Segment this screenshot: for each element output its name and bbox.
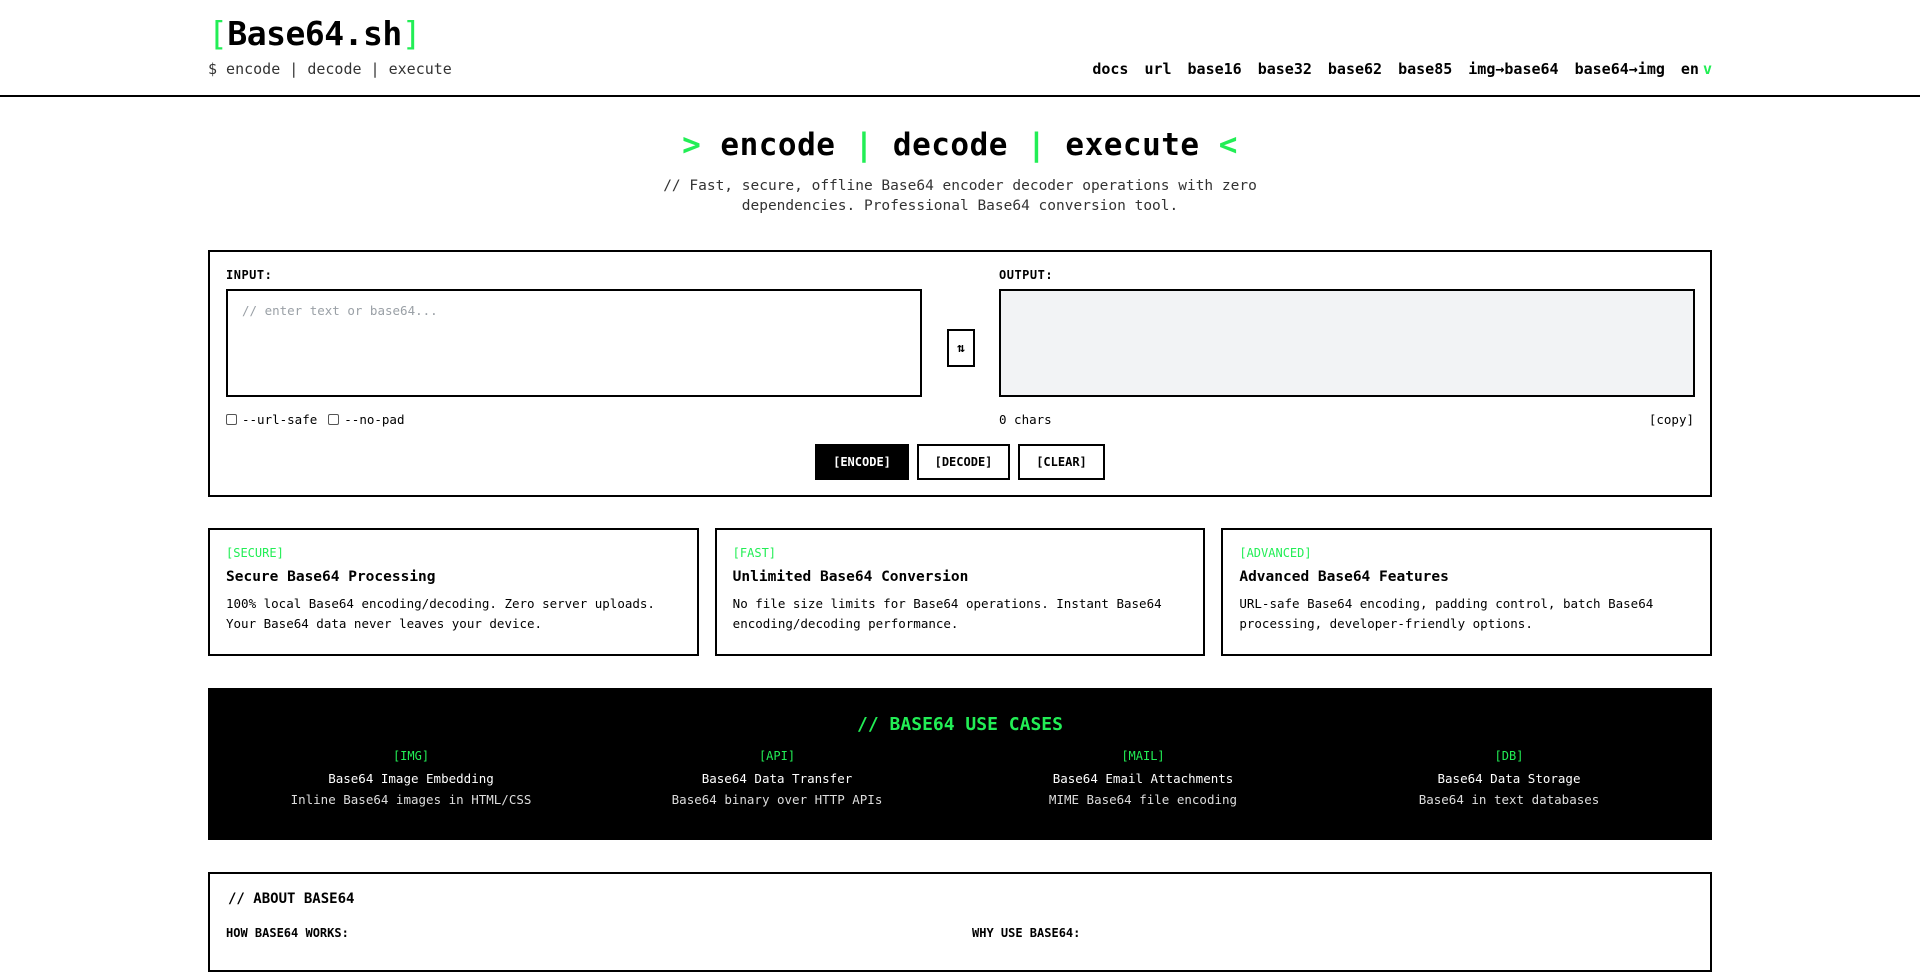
converter-panel: INPUT: OUTPUT: // enter text or base64..… bbox=[208, 250, 1712, 497]
feature-desc: URL-safe Base64 encoding, padding contro… bbox=[1239, 596, 1654, 631]
nav-base32[interactable]: base32 bbox=[1258, 60, 1312, 78]
use-cases-section: // BASE64 USE CASES [IMG] Base64 Image E… bbox=[208, 688, 1712, 840]
use-case-desc: Base64 binary over HTTP APIs bbox=[671, 792, 883, 807]
use-case-desc: MIME Base64 file encoding bbox=[1048, 792, 1238, 807]
action-buttons: [ENCODE] [DECODE] [CLEAR] bbox=[815, 444, 1105, 480]
use-case-title: Base64 Data Storage bbox=[1437, 771, 1581, 786]
language-selector[interactable]: en v bbox=[1681, 60, 1712, 78]
use-case-title: Base64 Email Attachments bbox=[1052, 771, 1234, 786]
feature-desc: No file size limits for Base64 operation… bbox=[732, 596, 1162, 631]
logo-text: Base64.sh bbox=[227, 14, 402, 53]
url-safe-checkbox[interactable] bbox=[226, 414, 237, 425]
logo-bracket-open: [ bbox=[208, 14, 228, 53]
feature-title: Unlimited Base64 Conversion bbox=[732, 569, 969, 585]
nav-base16[interactable]: base16 bbox=[1188, 60, 1242, 78]
use-cases-title: // BASE64 USE CASES bbox=[857, 714, 1063, 735]
copy-button[interactable]: [copy] bbox=[1649, 412, 1694, 427]
char-count: 0 chars bbox=[999, 412, 1052, 427]
feature-card: [SECURE] Secure Base64 Processing 100% l… bbox=[208, 528, 699, 656]
use-case-tag: [IMG] bbox=[392, 749, 430, 763]
hero-prefix: > bbox=[682, 127, 702, 163]
input-label: INPUT: bbox=[226, 268, 273, 282]
output-textarea[interactable] bbox=[999, 289, 1695, 397]
hero-separator: | bbox=[1027, 127, 1047, 163]
features-row: [SECURE] Secure Base64 Processing 100% l… bbox=[208, 528, 1713, 656]
site-header: [Base64.sh] $ encode | decode | execute … bbox=[0, 0, 1920, 97]
use-cases-row: [IMG] Base64 Image Embedding Inline Base… bbox=[208, 749, 1712, 807]
hero-title: > encode | decode | execute < bbox=[0, 127, 1920, 163]
hero-word-decode: decode bbox=[892, 127, 1008, 163]
url-safe-label: --url-safe bbox=[242, 412, 318, 427]
hero-word-encode: encode bbox=[720, 127, 836, 163]
use-case-desc: Base64 in text databases bbox=[1418, 792, 1600, 807]
no-pad-checkbox[interactable] bbox=[328, 414, 340, 425]
use-case-item: [DB] Base64 Data Storage Base64 in text … bbox=[1329, 749, 1689, 807]
use-case-item: [IMG] Base64 Image Embedding Inline Base… bbox=[231, 749, 591, 807]
language-label: en bbox=[1680, 60, 1699, 78]
nav-img-to-base64[interactable]: img→base64 bbox=[1468, 60, 1558, 78]
feature-title: Advanced Base64 Features bbox=[1239, 569, 1449, 585]
nav-docs[interactable]: docs bbox=[1092, 60, 1128, 78]
use-case-title: Base64 Image Embedding bbox=[328, 771, 494, 786]
no-pad-label: --no-pad bbox=[344, 412, 405, 427]
nav-base85[interactable]: base85 bbox=[1398, 60, 1452, 78]
top-nav: docs url base16 base32 base62 base85 img… bbox=[1092, 60, 1712, 78]
nav-url[interactable]: url bbox=[1144, 60, 1171, 78]
feature-tag: [SECURE] bbox=[226, 546, 284, 560]
use-case-title: Base64 Data Transfer bbox=[701, 771, 853, 786]
feature-tag: [FAST] bbox=[732, 546, 777, 560]
site-logo[interactable]: [Base64.sh] bbox=[208, 14, 422, 53]
use-case-tag: [API] bbox=[758, 749, 796, 763]
about-section: // ABOUT BASE64 HOW BASE64 WORKS: WHY US… bbox=[208, 872, 1712, 972]
swap-button[interactable]: ⇅ bbox=[947, 329, 975, 367]
decode-button[interactable]: [DECODE] bbox=[917, 444, 1010, 480]
site-tagline: $ encode | decode | execute bbox=[208, 60, 452, 78]
swap-icon: ⇅ bbox=[957, 340, 965, 356]
encode-button[interactable]: [ENCODE] bbox=[815, 444, 909, 480]
use-case-tag: [MAIL] bbox=[1121, 749, 1165, 763]
feature-card: [ADVANCED] Advanced Base64 Features URL-… bbox=[1221, 528, 1713, 656]
hero-suffix: < bbox=[1218, 127, 1238, 163]
hero-subtitle: // Fast, secure, offline Base64 encoder … bbox=[663, 178, 1257, 214]
use-case-tag: [DB] bbox=[1494, 749, 1524, 763]
use-case-item: [MAIL] Base64 Email Attachments MIME Bas… bbox=[963, 749, 1323, 807]
how-heading: HOW BASE64 WORKS: bbox=[226, 926, 349, 940]
options-row: --url-safe --no-pad bbox=[226, 412, 404, 427]
logo-bracket-close: ] bbox=[401, 14, 422, 53]
about-title: // ABOUT BASE64 bbox=[228, 891, 355, 907]
chevron-down-icon: v bbox=[1702, 60, 1712, 78]
input-textarea[interactable]: // enter text or base64... bbox=[226, 289, 922, 397]
hero: > encode | decode | execute < // Fast, s… bbox=[0, 127, 1920, 216]
output-label: OUTPUT: bbox=[999, 268, 1054, 282]
feature-title: Secure Base64 Processing bbox=[226, 569, 436, 585]
feature-desc: 100% local Base64 encoding/decoding. Zer… bbox=[226, 596, 655, 631]
input-placeholder: // enter text or base64... bbox=[242, 303, 438, 318]
hero-separator: | bbox=[854, 127, 874, 163]
why-heading: WHY USE BASE64: bbox=[972, 926, 1081, 940]
clear-button[interactable]: [CLEAR] bbox=[1018, 444, 1105, 480]
nav-base64-to-img[interactable]: base64→img bbox=[1575, 60, 1665, 78]
nav-base62[interactable]: base62 bbox=[1328, 60, 1382, 78]
feature-card: [FAST] Unlimited Base64 Conversion No fi… bbox=[714, 528, 1206, 656]
feature-tag: [ADVANCED] bbox=[1239, 546, 1312, 560]
use-case-item: [API] Base64 Data Transfer Base64 binary… bbox=[597, 749, 957, 807]
use-case-desc: Inline Base64 images in HTML/CSS bbox=[290, 792, 532, 807]
hero-word-execute: execute bbox=[1065, 127, 1200, 163]
